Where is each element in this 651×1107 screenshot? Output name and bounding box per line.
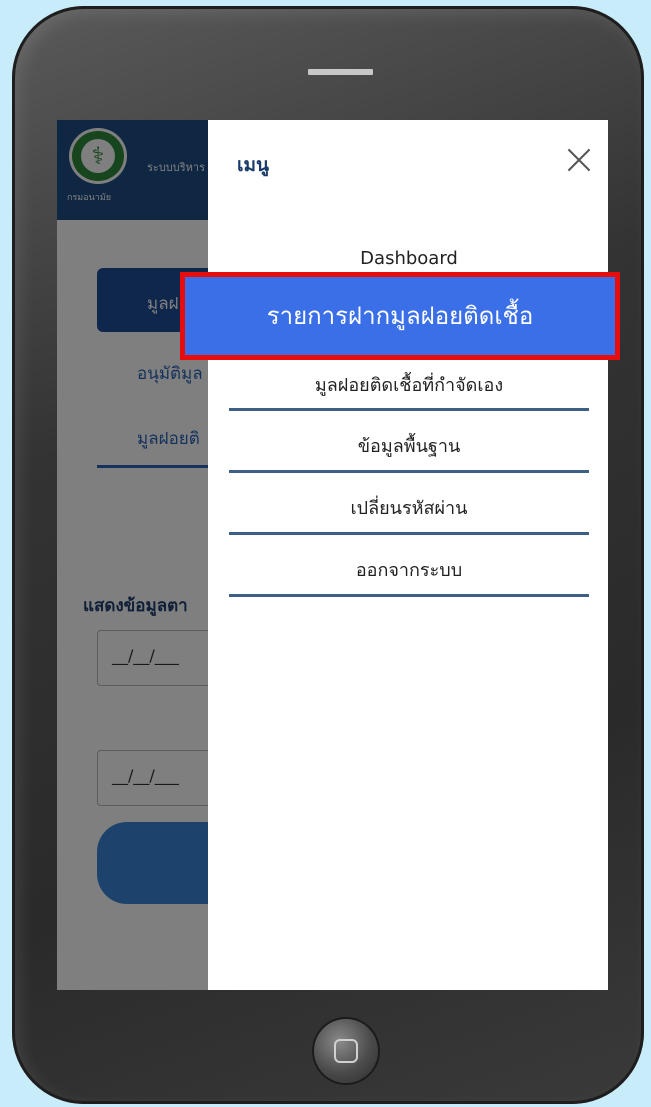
menu-item-deposit-list[interactable]: รายการฝากมูลฝอยติดเชื้อ	[180, 272, 620, 360]
menu-item-logout[interactable]: ออกจากระบบ	[229, 555, 589, 584]
menu-item-basic-data[interactable]: ข้อมูลพื้นฐาน	[229, 431, 589, 460]
close-icon[interactable]	[566, 147, 592, 173]
phone-screen: ⚕ กรมอนามัย ระบบบริหาร มูลฝอ อนุมัติมูล …	[57, 120, 608, 990]
menu-divider	[229, 470, 589, 473]
home-square-icon	[334, 1039, 358, 1063]
menu-item-change-password[interactable]: เปลี่ยนรหัสผ่าน	[229, 493, 589, 522]
home-button[interactable]	[314, 1019, 378, 1083]
menu-divider	[229, 408, 589, 411]
drawer-title: เมนู	[237, 154, 270, 176]
menu-item-dashboard[interactable]: Dashboard	[229, 248, 589, 269]
menu-item-self-disposal[interactable]: มูลฝอยติดเชื้อที่กำจัดเอง	[229, 370, 589, 399]
menu-divider	[229, 532, 589, 535]
menu-divider	[229, 594, 589, 597]
side-drawer: เมนู Dashboard มูลฝอยติดเชื้อที่กำจัดเอง…	[208, 120, 608, 990]
speaker-slot	[308, 69, 373, 75]
